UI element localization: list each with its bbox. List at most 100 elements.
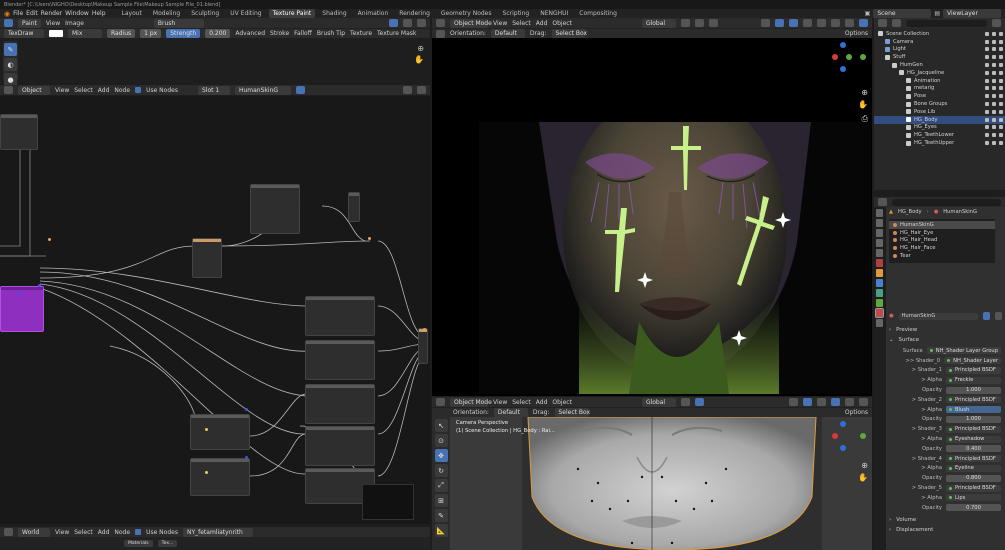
shader-node[interactable] — [305, 296, 375, 336]
slot-dropdown[interactable]: Slot 1 — [197, 85, 230, 95]
camera-render-icon[interactable] — [999, 86, 1003, 91]
shader-node[interactable] — [192, 238, 222, 278]
checkbox-icon[interactable] — [985, 78, 989, 83]
vp-menu-view[interactable]: View — [493, 20, 507, 27]
checkbox-icon[interactable] — [985, 86, 989, 91]
select-box-tool-icon[interactable]: ↖ — [434, 419, 448, 432]
shader-input-field[interactable]: Principled BSDF — [946, 396, 1001, 404]
xray-icon[interactable] — [803, 19, 812, 27]
visibility-icon-2[interactable] — [789, 398, 798, 406]
material-name-field[interactable]: HumanSkinG — [898, 312, 978, 320]
modifier-tab-icon[interactable] — [876, 279, 883, 287]
checkbox-icon[interactable] — [985, 125, 989, 130]
menu-help[interactable]: Help — [92, 10, 106, 17]
viewport-top-render[interactable]: ⊕ ✋ ⎙ — [432, 38, 872, 396]
eye-icon[interactable] — [992, 109, 996, 114]
brush-tip-dropdown[interactable]: Brush Tip — [317, 30, 345, 37]
camera-render-icon[interactable] — [999, 109, 1003, 114]
select-tool-icon[interactable] — [436, 29, 445, 38]
checkbox-icon[interactable] — [985, 94, 989, 99]
checkbox-icon[interactable] — [985, 102, 989, 107]
shader-node[interactable] — [305, 426, 375, 466]
advanced-dropdown[interactable]: Advanced — [235, 30, 265, 37]
transform-tool-icon[interactable]: ⊞ — [434, 494, 448, 507]
overlay-icon[interactable] — [389, 19, 398, 27]
socket[interactable] — [205, 471, 208, 474]
properties-editor-type-icon[interactable] — [878, 198, 887, 206]
eye-icon[interactable] — [992, 78, 996, 83]
opacity-value-field[interactable]: 0.700 — [946, 504, 1001, 512]
properties-search-input[interactable] — [892, 198, 1001, 206]
node-overlay-icon[interactable] — [403, 86, 412, 94]
eye-icon[interactable] — [992, 31, 996, 36]
options-dropdown-2[interactable]: Options — [845, 409, 868, 416]
eye-icon[interactable] — [992, 39, 996, 44]
gizmo-z-axis-neg[interactable] — [840, 66, 846, 72]
world-menu-node[interactable]: Node — [114, 529, 130, 536]
socket[interactable] — [423, 328, 426, 331]
outliner-item[interactable]: Scene Collection — [874, 30, 1005, 38]
eye-icon[interactable] — [992, 86, 996, 91]
gizmo-x-axis[interactable] — [832, 54, 838, 60]
texture-mask-dropdown[interactable]: Texture Mask — [377, 30, 416, 37]
outliner-item[interactable]: HG_TeethLower — [874, 131, 1005, 139]
surface-panel-header[interactable]: ⌄ Surface — [886, 335, 1005, 345]
brush-selector[interactable]: Brush — [153, 18, 204, 28]
pivot-icon[interactable] — [680, 19, 690, 27]
opacity-value-field[interactable]: 1.000 — [946, 386, 1001, 394]
outliner-item[interactable]: Stuff — [874, 53, 1005, 61]
render-tab-icon[interactable] — [876, 219, 883, 227]
camera-render-icon[interactable] — [999, 94, 1003, 99]
nav2-pan-icon[interactable]: ✋ — [858, 473, 868, 482]
material-slot[interactable]: HG_Hair_Head — [889, 237, 995, 245]
socket[interactable] — [48, 238, 51, 241]
drag-dropdown[interactable]: Select Box — [551, 29, 587, 38]
opacity-value-field[interactable]: 1.000 — [946, 415, 1001, 423]
texture-tab-icon[interactable] — [876, 319, 883, 327]
scale-tool-icon[interactable]: ⤢ — [434, 479, 448, 492]
workspace-tab-nenghui[interactable]: NENGHUI — [536, 9, 572, 18]
scene-tab-icon[interactable] — [876, 249, 883, 257]
orientation-dropdown[interactable]: Default — [490, 29, 525, 38]
camera-render-icon[interactable] — [999, 63, 1003, 68]
menu-window[interactable]: Window — [65, 10, 89, 17]
material-slot[interactable]: HG_Hair_Eye — [889, 229, 995, 237]
eye-icon[interactable] — [992, 94, 996, 99]
transform-orientation-dropdown[interactable]: Global — [641, 18, 676, 28]
opacity-value-field[interactable]: 0.800 — [946, 474, 1001, 482]
node-editor-type-icon[interactable] — [4, 86, 13, 94]
outliner-editor-type-icon[interactable] — [878, 19, 887, 27]
shader-type-dropdown[interactable]: Object — [18, 85, 50, 95]
volume-panel-header[interactable]: › Volume — [886, 515, 1005, 525]
workspace-tab-shading[interactable]: Shading — [318, 9, 350, 18]
channels-icon[interactable] — [417, 19, 426, 27]
preview-panel-header[interactable]: › Preview — [886, 325, 1005, 335]
shader-node[interactable] — [348, 192, 360, 222]
outliner-item[interactable]: Animation — [874, 77, 1005, 85]
display-mode-icon[interactable] — [892, 19, 901, 27]
camera-render-icon[interactable] — [999, 55, 1003, 60]
vp-menu-select[interactable]: Select — [512, 20, 531, 27]
snap-icon[interactable] — [694, 19, 704, 27]
eye-icon[interactable] — [992, 55, 996, 60]
strength-value[interactable]: 0.200 — [205, 29, 231, 38]
shading-solid-icon[interactable] — [831, 19, 840, 27]
shading-material-icon[interactable] — [845, 19, 854, 27]
snap-icon-2[interactable] — [694, 398, 704, 406]
options-dropdown[interactable]: Options — [845, 30, 868, 37]
material-browse-icon[interactable]: ● — [889, 313, 894, 319]
outliner-search-input[interactable] — [906, 19, 987, 27]
shading-rendered-icon[interactable] — [859, 19, 868, 27]
output-tab-icon[interactable] — [876, 229, 883, 237]
viewport2-editor-type-icon[interactable] — [436, 398, 445, 406]
camera-render-icon[interactable] — [999, 141, 1003, 146]
shader-input-field[interactable]: Principled BSDF — [946, 455, 1001, 463]
transform-orientation-dropdown-2[interactable]: Global — [641, 397, 676, 407]
eye-icon[interactable] — [992, 47, 996, 52]
checkbox-icon[interactable] — [985, 31, 989, 36]
stroke-dropdown[interactable]: Stroke — [270, 30, 289, 37]
brush-tool-icon[interactable]: ✎ — [4, 43, 17, 56]
workspace-tab-layout[interactable]: Layout — [118, 9, 146, 18]
shader-input-field[interactable]: Freckle — [946, 376, 1001, 384]
checkbox-icon[interactable] — [985, 141, 989, 146]
